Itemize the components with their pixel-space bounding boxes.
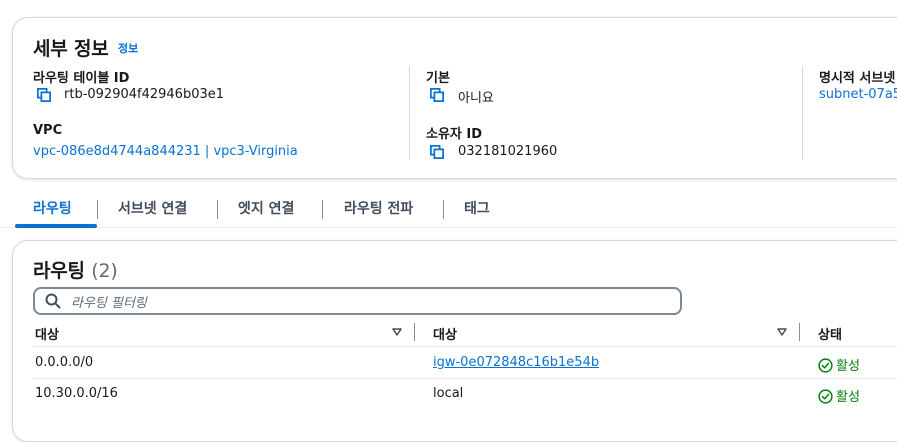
column-divider	[802, 66, 803, 160]
copy-icon[interactable]	[430, 88, 444, 102]
explicit-subnet-link[interactable]: subnet-07a5	[819, 87, 897, 102]
check-circle-icon	[818, 358, 833, 373]
route-destination: 10.30.0.0/16	[35, 386, 118, 401]
tab-edge-associations[interactable]: 엣지 연결	[238, 198, 294, 218]
status-badge: 활성	[818, 386, 860, 405]
main-value: 아니요	[458, 91, 494, 106]
routes-count: (2)	[91, 260, 118, 282]
column-resizer[interactable]	[414, 323, 415, 341]
sort-down-icon[interactable]	[777, 328, 787, 336]
route-filter-placeholder: 라우팅 필터링	[71, 296, 147, 311]
tab-separator	[97, 200, 98, 219]
details-info-link[interactable]: 정보	[118, 40, 138, 56]
route-table-id-value: rtb-092904f42946b03e1	[64, 87, 225, 102]
explicit-subnets-label: 명시적 서브넷	[819, 71, 896, 86]
status-badge: 활성	[818, 355, 860, 374]
header-rule	[32, 346, 897, 347]
main-label: 기본	[426, 71, 450, 86]
status-text: 활성	[836, 359, 860, 374]
column-resizer[interactable]	[799, 323, 800, 341]
owner-id-label: 소유자 ID	[426, 127, 483, 142]
copy-icon[interactable]	[37, 88, 51, 102]
tab-separator	[322, 200, 323, 219]
active-tab-indicator	[15, 224, 97, 228]
details-title: 세부 정보	[33, 38, 109, 60]
column-divider	[409, 66, 410, 160]
tab-subnet-associations[interactable]: 서브넷 연결	[118, 198, 187, 218]
vpc-link[interactable]: vpc-086e8d4744a844231 | vpc3-Virginia	[33, 144, 298, 159]
column-header-target[interactable]: 대상	[433, 324, 457, 343]
vpc-label: VPC	[33, 123, 63, 138]
row-rule	[32, 378, 897, 379]
tab-tags[interactable]: 태그	[464, 198, 490, 218]
search-icon	[45, 293, 61, 309]
tab-route-propagation[interactable]: 라우팅 전파	[344, 198, 413, 218]
copy-icon[interactable]	[430, 145, 444, 159]
tab-separator	[217, 200, 218, 219]
route-filter-input[interactable]: 라우팅 필터링	[33, 287, 682, 315]
sort-down-icon[interactable]	[392, 328, 402, 336]
column-header-status[interactable]: 상태	[818, 324, 842, 343]
owner-id-value: 032181021960	[458, 144, 558, 159]
route-target-link[interactable]: igw-0e072848c16b1e54b	[433, 355, 599, 370]
column-header-destination[interactable]: 대상	[35, 324, 59, 343]
status-text: 활성	[836, 390, 860, 405]
tab-routes[interactable]: 라우팅	[33, 198, 72, 218]
route-table-id-label: 라우팅 테이블 ID	[33, 71, 130, 86]
check-circle-icon	[818, 389, 833, 404]
routes-title-text: 라우팅	[33, 260, 85, 282]
route-destination: 0.0.0.0/0	[35, 355, 94, 370]
tab-separator	[443, 200, 444, 219]
routes-title: 라우팅 (2)	[33, 256, 118, 283]
route-target: local	[433, 386, 464, 401]
tabs-rule	[0, 227, 897, 228]
